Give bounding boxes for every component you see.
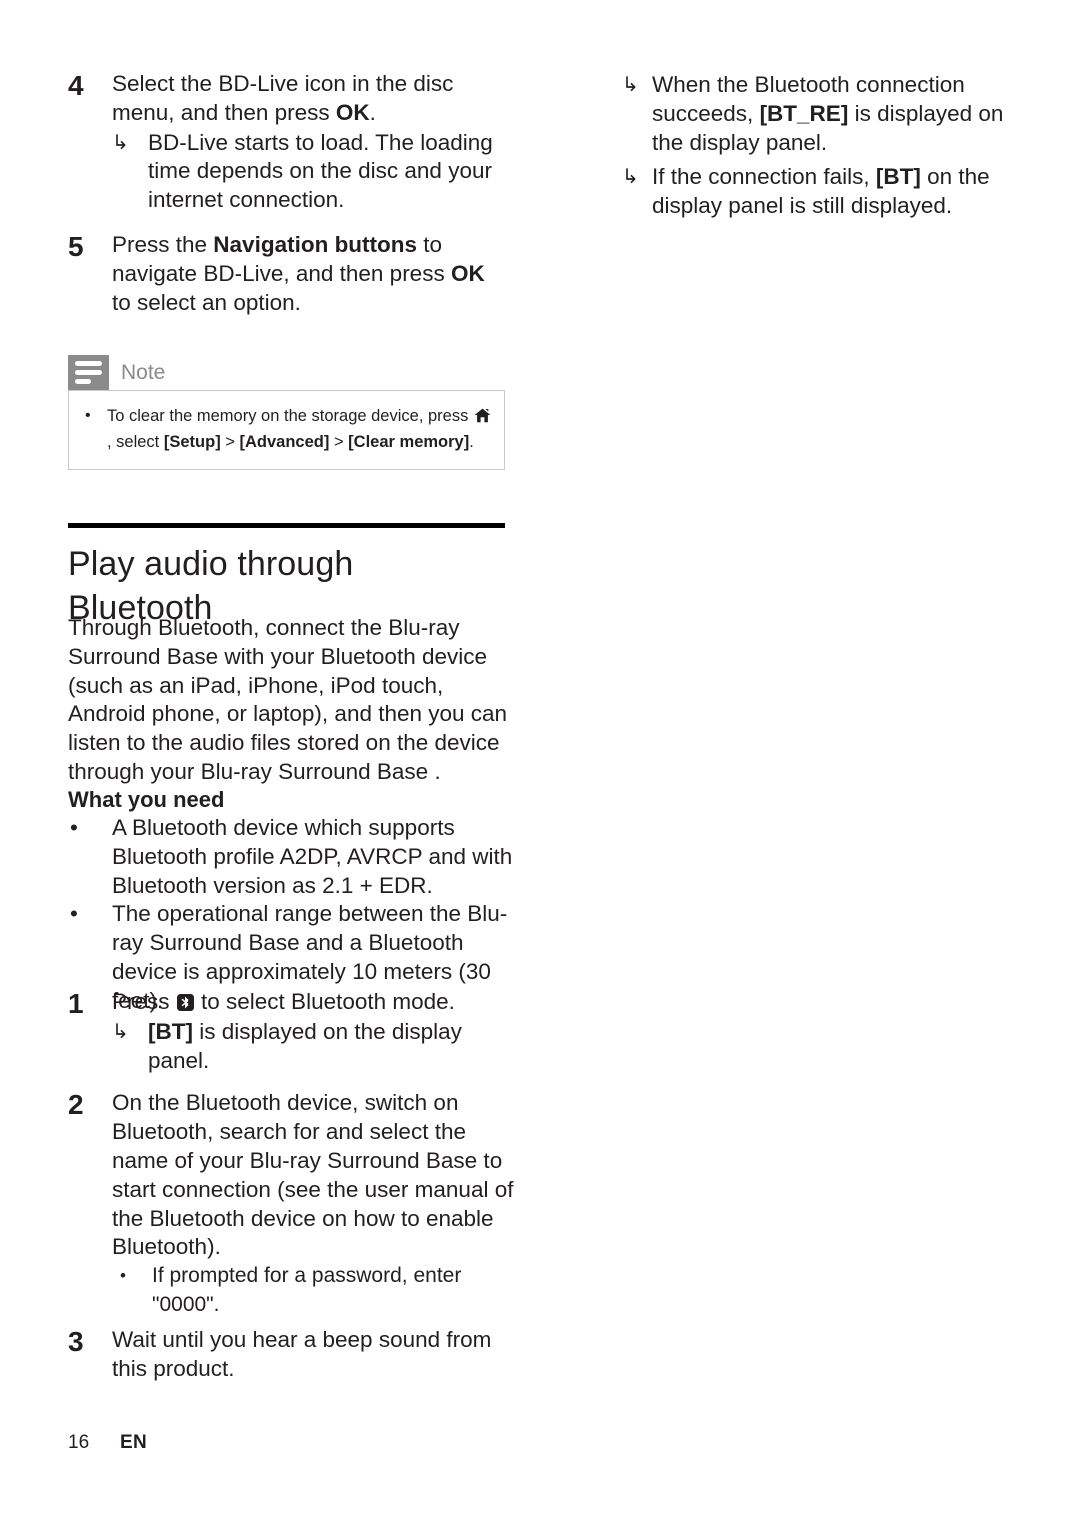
page-footer: 16 EN	[68, 1432, 147, 1454]
arrow-text-lead: If the connection fails,	[652, 164, 876, 190]
note-list-item: • To clear the memory on the storage dev…	[79, 403, 494, 455]
list-item-text: A Bluetooth device which supports Blueto…	[112, 815, 513, 898]
note-text: To clear the memory on the storage devic…	[107, 403, 494, 455]
step-item: 4 Select the BD-Live icon in the disc me…	[68, 70, 508, 215]
note-icon-line	[75, 361, 102, 366]
note-text-part-2: , select	[107, 433, 164, 451]
section-divider-rule	[68, 523, 505, 528]
home-icon	[474, 405, 491, 423]
list-item: • A Bluetooth device which supports Blue…	[68, 814, 518, 900]
arrow-result-text: When the Bluetooth connection succeeds, …	[652, 71, 1022, 157]
step-text-post: to select an option.	[112, 289, 301, 315]
note-lines-icon	[68, 355, 109, 390]
subheading-what-you-need: What you need	[68, 787, 225, 812]
footer-language-code: EN	[120, 1432, 147, 1453]
step-text-tail: .	[369, 99, 376, 125]
step-text-lead: Press the	[112, 231, 214, 257]
note-menu-setup: [Setup]	[163, 433, 221, 451]
step-body: Press to select Bluetooth mode. ↳ [BT] i…	[112, 988, 518, 1075]
note-body: • To clear the memory on the storage dev…	[68, 390, 505, 470]
step-text: Press the Navigation buttons to navigate…	[112, 231, 508, 317]
step-text: On the Bluetooth device, switch on Bluet…	[112, 1090, 514, 1260]
step-text-bold-ok: OK	[450, 260, 485, 286]
arrow-hook-icon: ↳	[622, 166, 639, 189]
step-text-lead: Press	[112, 989, 176, 1014]
bluetooth-icon	[176, 990, 194, 1011]
note-icon-line	[75, 379, 91, 384]
step-body: On the Bluetooth device, switch on Bluet…	[112, 1089, 518, 1319]
arrow-hook-icon: ↳	[622, 74, 639, 96]
arrow-result-item: ↳ When the Bluetooth connection succeeds…	[622, 71, 1022, 157]
display-code-bt: [BT]	[875, 164, 921, 190]
step-text-bold-navigation: Navigation buttons	[213, 231, 418, 257]
note-text-end: .	[469, 433, 474, 451]
step-text: Press to select Bluetooth mode.	[112, 988, 518, 1017]
step-text-bold: OK	[335, 99, 370, 125]
arrow-hook-icon: ↳	[112, 131, 129, 154]
display-code-bt: [BT]	[148, 1018, 193, 1044]
note-text-part-1: To clear the memory on the storage devic…	[107, 407, 473, 425]
step-text-post: to select Bluetooth mode.	[194, 989, 455, 1014]
step-item: 3 Wait until you hear a beep sound from …	[68, 1326, 518, 1384]
step-item: 5 Press the Navigation buttons to naviga…	[68, 231, 508, 317]
arrow-result-text: If the connection fails, [BT] on the dis…	[652, 163, 1022, 221]
section-intro-paragraph: Through Bluetooth, connect the Blu-ray S…	[68, 615, 508, 784]
step-item: 2 On the Bluetooth device, switch on Blu…	[68, 1089, 518, 1319]
note-menu-advanced: [Advanced]	[239, 433, 330, 451]
arrow-hook-icon: ↳	[112, 1020, 129, 1043]
step-body: Select the BD-Live icon in the disc menu…	[112, 70, 508, 215]
bullet-icon: •	[70, 901, 78, 927]
display-code-bt-re: [BT_RE]	[759, 100, 849, 126]
arrow-result-tail: is displayed on the display panel.	[148, 1018, 462, 1073]
note-header: Note	[68, 355, 505, 390]
arrow-result-text: [BT] is displayed on the display panel.	[148, 1018, 518, 1076]
arrow-result-item: ↳ BD-Live starts to load. The loading ti…	[112, 129, 508, 215]
step-number: 3	[68, 1325, 84, 1357]
note-sep-2: >	[329, 433, 349, 451]
footer-page-number: 16	[68, 1432, 90, 1453]
right-column: ↳ When the Bluetooth connection succeeds…	[622, 70, 1022, 227]
bluetooth-steps-list: 1 Press to select Bluetooth mode. ↳ [BT]…	[68, 988, 518, 1387]
requirements-list: • A Bluetooth device which supports Blue…	[68, 814, 518, 1016]
step-number: 4	[68, 70, 84, 101]
sub-list-item-text: If prompted for a password, enter "0000"…	[152, 1264, 462, 1316]
note-callout: Note • To clear the memory on the storag…	[68, 355, 505, 470]
note-title: Note	[121, 361, 166, 384]
step-body: Wait until you hear a beep sound from th…	[112, 1326, 518, 1384]
bullet-icon: •	[85, 407, 91, 424]
document-page: 4 Select the BD-Live icon in the disc me…	[0, 0, 1080, 1527]
step-number: 2	[68, 1089, 84, 1121]
bullet-icon: •	[120, 1266, 126, 1286]
arrow-result-item: ↳ [BT] is displayed on the display panel…	[112, 1018, 518, 1076]
arrow-result-text: BD-Live starts to load. The loading time…	[148, 129, 493, 213]
step-number: 1	[68, 988, 84, 1019]
step-text-lead: Select the BD-Live icon in the disc menu…	[112, 71, 454, 125]
sub-list-item: • If prompted for a password, enter "000…	[112, 1262, 518, 1320]
arrow-result-item: ↳ If the connection fails, [BT] on the d…	[622, 163, 1022, 221]
note-menu-clear-memory: [Clear memory]	[348, 433, 470, 451]
note-sep-1: >	[220, 433, 240, 451]
step-item: 1 Press to select Bluetooth mode. ↳ [BT]…	[68, 988, 518, 1075]
step-number: 5	[68, 230, 84, 262]
step-text: Wait until you hear a beep sound from th…	[112, 1326, 492, 1381]
left-column: 4 Select the BD-Live icon in the disc me…	[68, 70, 508, 321]
step-body: Press the Navigation buttons to navigate…	[112, 231, 508, 317]
note-icon-line	[75, 370, 102, 375]
step-text: Select the BD-Live icon in the disc menu…	[112, 70, 508, 128]
bullet-icon: •	[70, 815, 78, 840]
